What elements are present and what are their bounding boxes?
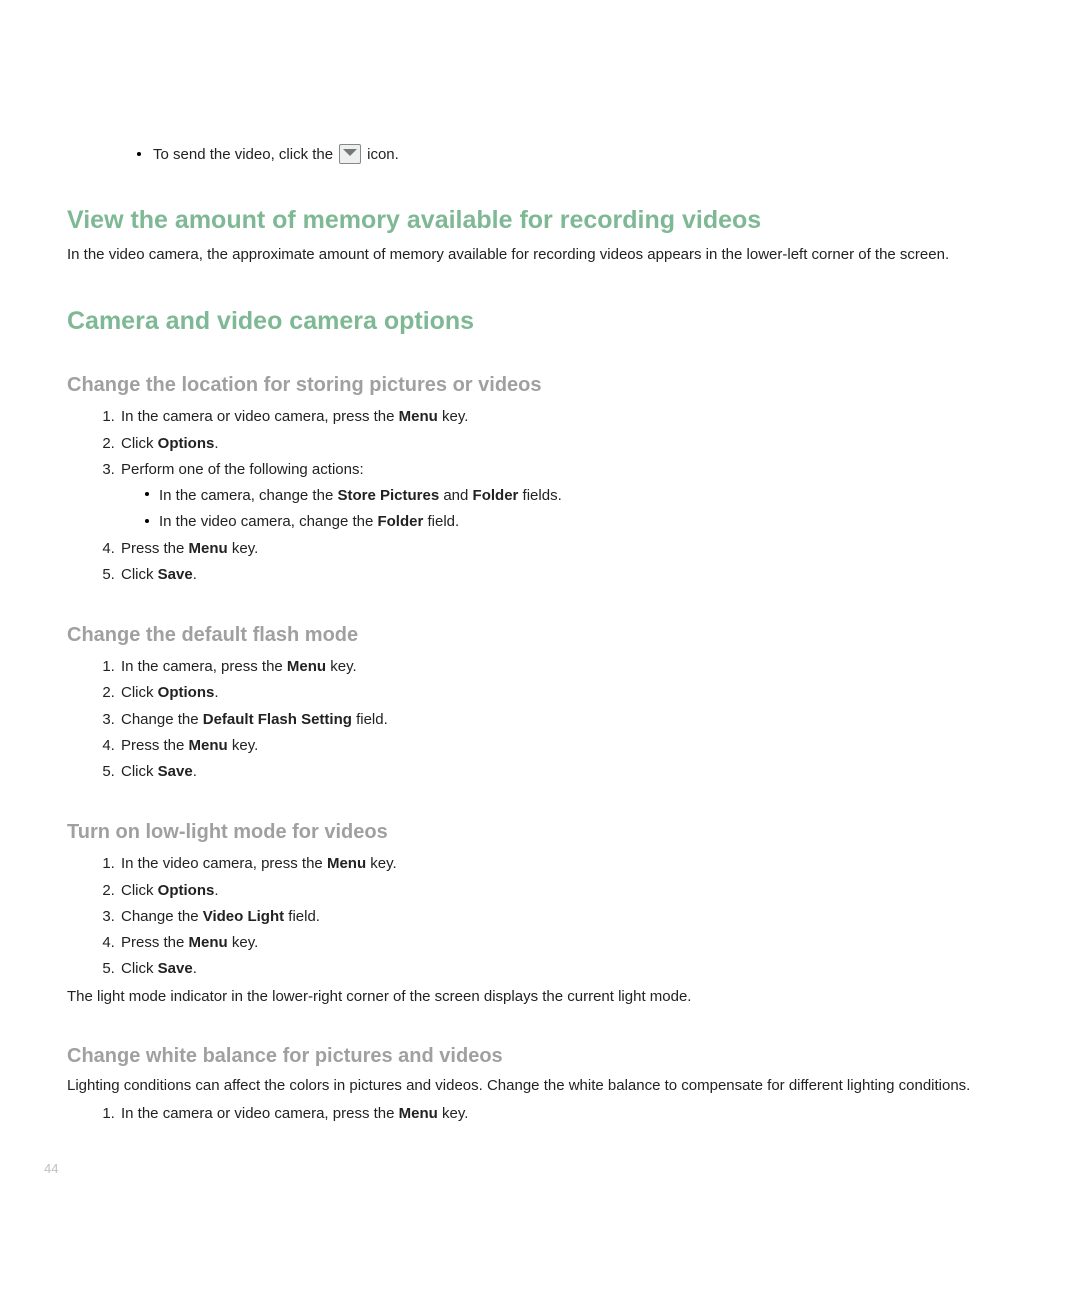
bold: Folder	[473, 487, 519, 504]
substep-location-a: In the camera, change the Store Pictures…	[145, 484, 1045, 507]
text: key.	[366, 855, 397, 872]
lowlight-note: The light mode indicator in the lower-ri…	[67, 987, 1045, 1007]
text: Press the	[121, 737, 189, 754]
substeps-location: In the camera, change the Store Pictures…	[121, 484, 1045, 534]
text: In the video camera, press the	[121, 855, 327, 872]
text: key.	[228, 737, 259, 754]
text: Change the	[121, 711, 203, 728]
paragraph-memory: In the video camera, the approximate amo…	[67, 245, 1045, 265]
step-location-1: In the camera or video camera, press the…	[119, 405, 1045, 428]
steps-location: In the camera or video camera, press the…	[67, 405, 1045, 586]
subheading-flash: Change the default flash mode	[67, 624, 1045, 647]
heading-memory: View the amount of memory available for …	[67, 206, 1045, 235]
bold: Options	[158, 882, 215, 899]
subheading-wb: Change white balance for pictures and vi…	[67, 1045, 1045, 1068]
text: Perform one of the following actions:	[121, 461, 364, 478]
step-flash-2: Click Options.	[119, 681, 1045, 704]
text: key.	[228, 934, 259, 951]
heading-options: Camera and video camera options	[67, 307, 1045, 336]
manual-page: To send the video, click the icon. View …	[0, 0, 1080, 1296]
text: .	[193, 960, 197, 977]
step-lowlight-5: Click Save.	[119, 957, 1045, 980]
subheading-location: Change the location for storing pictures…	[67, 374, 1045, 397]
text: Click	[121, 960, 158, 977]
bold: Options	[158, 435, 215, 452]
text: .	[193, 763, 197, 780]
bold: Folder	[377, 513, 423, 530]
step-location-4: Press the Menu key.	[119, 537, 1045, 560]
text: .	[214, 684, 218, 701]
text: Click	[121, 882, 158, 899]
step-lowlight-1: In the video camera, press the Menu key.	[119, 852, 1045, 875]
bold: Options	[158, 684, 215, 701]
text: Click	[121, 684, 158, 701]
text: Click	[121, 763, 158, 780]
text: key.	[438, 1105, 469, 1122]
bold: Save	[158, 763, 193, 780]
step-lowlight-4: Press the Menu key.	[119, 931, 1045, 954]
bullet-icon	[137, 152, 141, 156]
step-wb-1: In the camera or video camera, press the…	[119, 1102, 1045, 1125]
bold: Video Light	[203, 908, 284, 925]
text: field.	[284, 908, 320, 925]
step-lowlight-2: Click Options.	[119, 879, 1045, 902]
bold: Default Flash Setting	[203, 711, 352, 728]
step-flash-5: Click Save.	[119, 760, 1045, 783]
text: Press the	[121, 540, 189, 557]
text: field.	[352, 711, 388, 728]
subheading-lowlight: Turn on low-light mode for videos	[67, 821, 1045, 844]
bold: Save	[158, 960, 193, 977]
bold: Menu	[189, 934, 228, 951]
step-lowlight-3: Change the Video Light field.	[119, 905, 1045, 928]
bold: Menu	[189, 540, 228, 557]
substep-location-b: In the video camera, change the Folder f…	[145, 510, 1045, 533]
text: fields.	[518, 487, 561, 504]
steps-lowlight: In the video camera, press the Menu key.…	[67, 852, 1045, 980]
step-location-2: Click Options.	[119, 432, 1045, 455]
wb-intro: Lighting conditions can affect the color…	[67, 1076, 1045, 1096]
step-flash-3: Change the Default Flash Setting field.	[119, 708, 1045, 731]
send-video-text-pre: To send the video, click the	[153, 146, 333, 163]
bold: Menu	[189, 737, 228, 754]
text: In the camera, change the	[159, 487, 337, 504]
text: Change the	[121, 908, 203, 925]
step-location-3: Perform one of the following actions: In…	[119, 458, 1045, 534]
text: Press the	[121, 934, 189, 951]
text: In the camera or video camera, press the	[121, 1105, 399, 1122]
bold: Menu	[399, 408, 438, 425]
text: In the video camera, change the	[159, 513, 377, 530]
text: Click	[121, 435, 158, 452]
bold: Store Pictures	[337, 487, 439, 504]
bold: Save	[158, 566, 193, 583]
step-flash-1: In the camera, press the Menu key.	[119, 655, 1045, 678]
step-location-5: Click Save.	[119, 563, 1045, 586]
page-number: 44	[44, 1161, 58, 1176]
bold: Menu	[287, 658, 326, 675]
text: key.	[438, 408, 469, 425]
text: key.	[326, 658, 357, 675]
bold: Menu	[399, 1105, 438, 1122]
bold: Menu	[327, 855, 366, 872]
text: key.	[228, 540, 259, 557]
text: In the camera, press the	[121, 658, 287, 675]
text: and	[439, 487, 472, 504]
text: .	[214, 435, 218, 452]
steps-flash: In the camera, press the Menu key. Click…	[67, 655, 1045, 783]
text: Click	[121, 566, 158, 583]
step-flash-4: Press the Menu key.	[119, 734, 1045, 757]
text: In the camera or video camera, press the	[121, 408, 399, 425]
steps-wb: In the camera or video camera, press the…	[67, 1102, 1045, 1125]
send-video-bullet: To send the video, click the icon.	[137, 144, 1045, 164]
text: field.	[423, 513, 459, 530]
send-video-text-post: icon.	[367, 146, 399, 163]
text: .	[193, 566, 197, 583]
envelope-icon	[339, 144, 361, 164]
text: .	[214, 882, 218, 899]
